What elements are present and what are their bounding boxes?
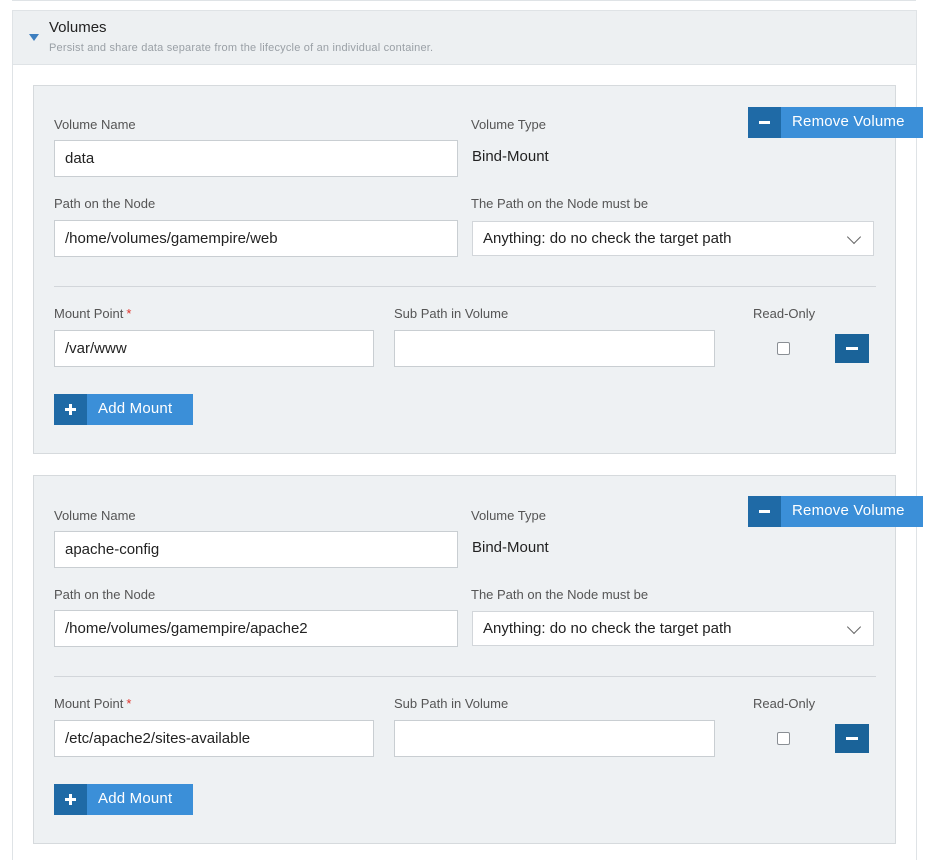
minus-icon — [748, 107, 781, 138]
mount-point-label: Mount Point * — [54, 696, 132, 711]
path-check-value: Anything: do no check the target path — [483, 620, 732, 637]
add-mount-button[interactable]: Add Mount — [54, 784, 193, 815]
volume-name-label: Volume Name — [54, 508, 136, 523]
path-check-select[interactable]: Anything: do no check the target path — [472, 221, 874, 256]
remove-volume-button[interactable]: Remove Volume — [748, 107, 923, 138]
add-mount-label: Add Mount — [98, 790, 173, 807]
add-mount-label: Add Mount — [98, 400, 173, 417]
volumes-section-header[interactable]: Volumes Persist and share data separate … — [13, 11, 916, 65]
read-only-label: Read-Only — [753, 696, 816, 711]
volume-type-value: Bind-Mount — [472, 148, 549, 165]
sub-path-input[interactable] — [394, 720, 715, 757]
sub-path-input[interactable] — [394, 330, 715, 367]
top-divider — [12, 0, 916, 1]
chevron-down-icon — [846, 229, 862, 245]
volume-name-input[interactable]: apache-config — [54, 531, 458, 568]
path-check-select[interactable]: Anything: do no check the target path — [472, 611, 874, 646]
volume-card: Volume Name Volume Type data Bind-Mount … — [33, 85, 896, 454]
volume-name-label: Volume Name — [54, 117, 136, 132]
volume-card: Volume Name Volume Type apache-config Bi… — [33, 475, 896, 844]
mount-point-input[interactable]: /var/www — [54, 330, 374, 367]
volume-type-label: Volume Type — [471, 117, 546, 132]
plus-icon — [54, 784, 87, 815]
sub-path-label: Sub Path in Volume — [394, 696, 509, 711]
required-mark: * — [126, 696, 132, 711]
divider — [54, 676, 876, 677]
divider — [54, 286, 876, 287]
volume-name-input[interactable]: data — [54, 140, 458, 177]
minus-icon — [748, 496, 781, 527]
section-subtitle: Persist and share data separate from the… — [49, 42, 434, 54]
mount-point-label: Mount Point * — [54, 306, 132, 321]
path-check-value: Anything: do no check the target path — [483, 230, 732, 247]
remove-volume-label: Remove Volume — [792, 113, 905, 130]
plus-icon — [54, 394, 87, 425]
path-on-node-input[interactable]: /home/volumes/gamempire/web — [54, 220, 458, 257]
remove-mount-button[interactable] — [835, 334, 869, 363]
read-only-checkbox[interactable] — [777, 732, 790, 745]
volume-type-value: Bind-Mount — [472, 539, 549, 556]
read-only-checkbox[interactable] — [777, 342, 790, 355]
add-mount-button[interactable]: Add Mount — [54, 394, 193, 425]
mount-point-input[interactable]: /etc/apache2/sites-available — [54, 720, 374, 757]
caret-down-icon[interactable] — [29, 34, 39, 41]
remove-volume-label: Remove Volume — [792, 502, 905, 519]
chevron-down-icon — [846, 619, 862, 635]
remove-volume-button[interactable]: Remove Volume — [748, 496, 923, 527]
section-title: Volumes — [49, 19, 107, 36]
path-on-node-label: Path on the Node — [54, 196, 156, 211]
path-on-node-label: Path on the Node — [54, 587, 156, 602]
remove-mount-button[interactable] — [835, 724, 869, 753]
required-mark: * — [126, 306, 132, 321]
path-on-node-input[interactable]: /home/volumes/gamempire/apache2 — [54, 610, 458, 647]
read-only-label: Read-Only — [753, 306, 816, 321]
volume-type-label: Volume Type — [471, 508, 546, 523]
path-must-be-label: The Path on the Node must be — [471, 587, 649, 602]
sub-path-label: Sub Path in Volume — [394, 306, 509, 321]
path-must-be-label: The Path on the Node must be — [471, 196, 649, 211]
